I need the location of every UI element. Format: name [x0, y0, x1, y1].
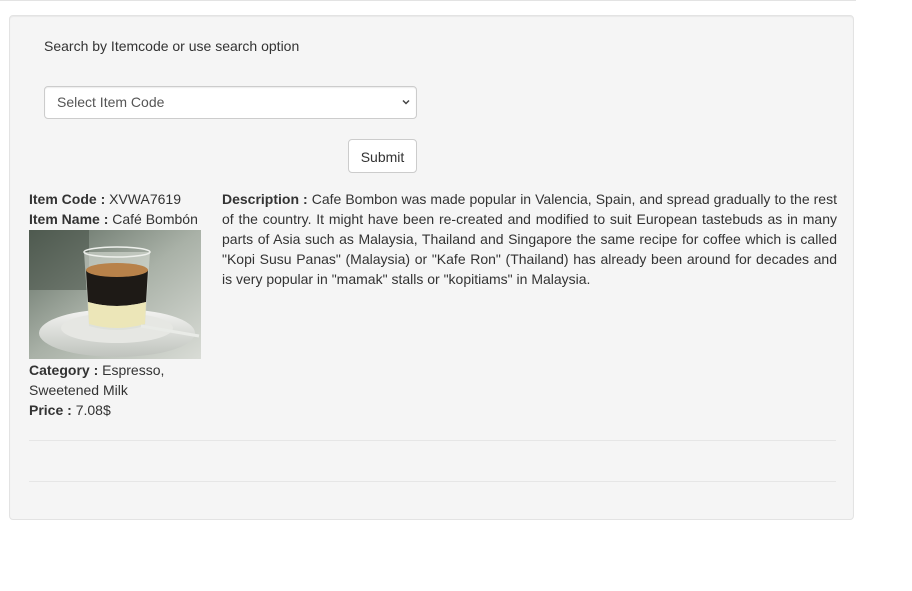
item-code-value: XVWA7619 [109, 191, 181, 207]
chevron-down-icon [402, 99, 410, 105]
item-name-value: Café Bombón [112, 211, 198, 227]
description-label: Description : [222, 191, 308, 207]
coffee-image [29, 230, 201, 359]
description-text: Cafe Bombon was made popular in Valencia… [222, 191, 837, 287]
item-code-select[interactable]: Select Item Code [44, 86, 417, 119]
search-label: Search by Itemcode or use search option [44, 38, 300, 54]
item-name-label: Item Name : [29, 211, 109, 227]
category-row: Category : Espresso, Sweetened Milk [29, 360, 204, 400]
category-label: Category : [29, 362, 99, 378]
divider [29, 481, 836, 482]
price-label: Price : [29, 402, 72, 418]
divider [29, 440, 836, 441]
item-code-row: Item Code : XVWA7619 [29, 189, 204, 209]
item-code-label: Item Code : [29, 191, 106, 207]
submit-button[interactable]: Submit [348, 139, 417, 173]
price-row: Price : 7.08$ [29, 400, 204, 420]
item-description: Description : Cafe Bombon was made popul… [222, 189, 837, 289]
search-panel: Search by Itemcode or use search option … [9, 15, 854, 520]
top-divider [0, 0, 856, 1]
item-summary: Item Code : XVWA7619 Item Name : Café Bo… [29, 189, 204, 420]
select-value: Select Item Code [57, 94, 165, 110]
price-value: 7.08$ [75, 402, 111, 418]
item-name-row: Item Name : Café Bombón [29, 209, 204, 229]
